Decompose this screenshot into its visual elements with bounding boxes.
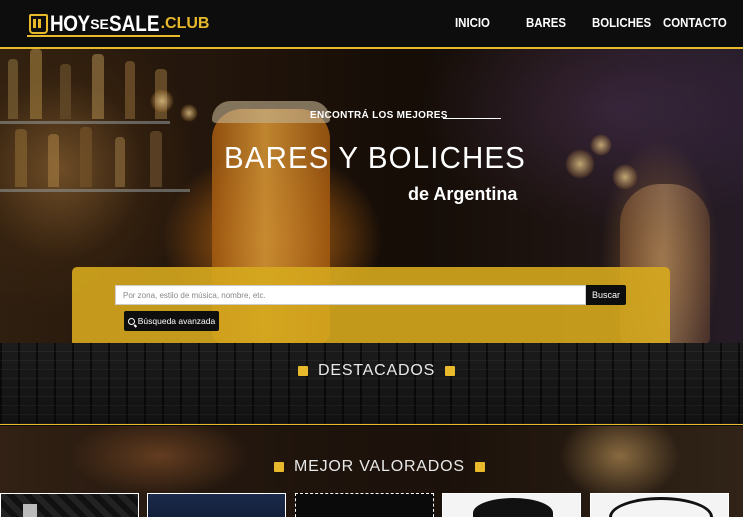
featured-section	[0, 343, 743, 425]
hero-title: BARES Y BOLICHES	[224, 140, 526, 175]
top-rated-title: MEJOR VALORADOS	[294, 458, 465, 475]
nav-inicio[interactable]: INICIO	[455, 15, 490, 30]
search-icon	[127, 317, 135, 325]
venue-card[interactable]	[0, 493, 139, 517]
nav-bares[interactable]: BARES	[526, 15, 566, 30]
venue-card[interactable]	[295, 493, 434, 517]
venue-thumbnail	[23, 504, 37, 517]
advanced-search-button[interactable]: Búsqueda avanzada	[124, 311, 219, 331]
search-button[interactable]: Buscar	[586, 285, 626, 305]
hero-subtitle: de Argentina	[408, 184, 518, 204]
venue-logo	[473, 498, 553, 517]
site-logo[interactable]: HOY SE SALE .CLUB	[29, 10, 209, 38]
navbar: HOY SE SALE .CLUB INICIO BARES BOLICHES …	[0, 0, 743, 49]
venue-logo	[609, 497, 713, 517]
logo-text-hoy: HOY	[50, 11, 90, 36]
nav-boliches[interactable]: BOLICHES	[592, 15, 651, 30]
square-bullet-icon	[298, 366, 308, 376]
logo-text-sale: SALE	[108, 11, 160, 36]
venue-card[interactable]	[442, 493, 581, 517]
advanced-search-label: Búsqueda avanzada	[137, 316, 216, 326]
logo-text-club: .CLUB	[160, 15, 210, 32]
search-input[interactable]: Por zona, estilo de música, nombre, etc.	[115, 285, 586, 305]
square-bullet-icon	[274, 462, 284, 472]
featured-heading: DESTACADOS	[298, 362, 456, 380]
nav-contacto[interactable]: CONTACTO	[663, 15, 727, 30]
search-panel	[72, 267, 670, 343]
venue-card[interactable]	[590, 493, 729, 517]
venue-card[interactable]	[147, 493, 286, 517]
square-bullet-icon	[474, 462, 485, 472]
hero-kicker: ENCONTRÁ LOS MEJORES	[310, 110, 448, 121]
beer-mug-icon	[29, 14, 48, 34]
featured-title: DESTACADOS	[318, 362, 436, 379]
kicker-divider	[443, 118, 501, 119]
square-bullet-icon	[445, 366, 456, 376]
logo-text-se: SE	[90, 16, 109, 32]
logo-underline	[27, 35, 180, 37]
top-rated-heading: MEJOR VALORADOS	[274, 458, 485, 476]
